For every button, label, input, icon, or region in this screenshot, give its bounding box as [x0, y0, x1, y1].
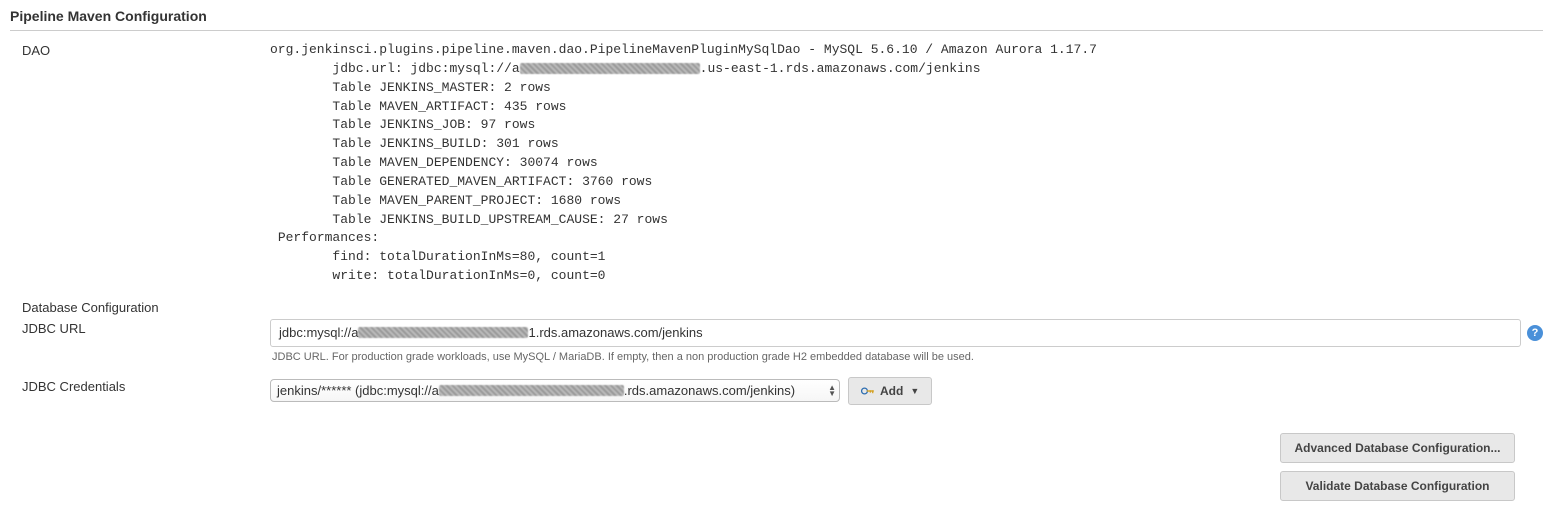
bottom-buttons: Advanced Database Configuration... Valid…: [10, 433, 1543, 501]
table-jenkins-build-upstream-cause: Table JENKINS_BUILD_UPSTREAM_CAUSE: 27 r…: [332, 212, 667, 227]
caret-down-icon: ▼: [910, 386, 919, 396]
dao-class-line: org.jenkinsci.plugins.pipeline.maven.dao…: [270, 42, 1097, 57]
section-title: Pipeline Maven Configuration: [10, 8, 1543, 31]
redacted-host: [358, 327, 528, 338]
credentials-select[interactable]: jenkins/****** (jdbc:mysql://a .rds.amazo…: [270, 379, 840, 402]
table-maven-parent-project: Table MAVEN_PARENT_PROJECT: 1680 rows: [332, 193, 621, 208]
table-maven-artifact: Table MAVEN_ARTIFACT: 435 rows: [332, 99, 566, 114]
jdbc-credentials-row: JDBC Credentials jenkins/****** (jdbc:my…: [10, 377, 1543, 405]
redacted-host: [439, 385, 624, 396]
database-configuration-label: Database Configuration: [10, 300, 1543, 315]
dao-label: DAO: [10, 41, 270, 58]
jdbc-credentials-label: JDBC Credentials: [10, 377, 270, 394]
jdbc-url-prefix: jdbc:mysql://a: [279, 325, 358, 340]
dao-row: DAO org.jenkinsci.plugins.pipeline.maven…: [10, 41, 1543, 286]
credentials-select-wrap: jenkins/****** (jdbc:mysql://a .rds.amazo…: [270, 379, 840, 402]
help-icon[interactable]: ?: [1527, 325, 1543, 341]
add-credentials-button[interactable]: Add ▼: [848, 377, 932, 405]
jdbc-url-label: JDBC URL: [10, 319, 270, 336]
key-icon: [861, 386, 875, 396]
table-jenkins-job: Table JENKINS_JOB: 97 rows: [332, 117, 535, 132]
table-generated-maven-artifact: Table GENERATED_MAVEN_ARTIFACT: 3760 row…: [332, 174, 652, 189]
jdbc-url-suffix: 1.rds.amazonaws.com/jenkins: [528, 325, 702, 340]
dao-jdbc-prefix: jdbc.url: jdbc:mysql://a: [332, 61, 519, 76]
jdbc-url-input[interactable]: jdbc:mysql://a 1.rds.amazonaws.com/jenkin…: [270, 319, 1521, 347]
advanced-database-config-button[interactable]: Advanced Database Configuration...: [1280, 433, 1515, 463]
add-button-label: Add: [880, 384, 903, 398]
credentials-select-suffix: .rds.amazonaws.com/jenkins): [624, 383, 795, 398]
dao-info-block: org.jenkinsci.plugins.pipeline.maven.dao…: [270, 41, 1543, 286]
validate-database-config-button[interactable]: Validate Database Configuration: [1280, 471, 1515, 501]
performances-label: Performances:: [278, 230, 379, 245]
redacted-host: [520, 63, 700, 74]
perf-write: write: totalDurationInMs=0, count=0: [332, 268, 605, 283]
table-jenkins-build: Table JENKINS_BUILD: 301 rows: [332, 136, 558, 151]
jdbc-url-row: JDBC URL jdbc:mysql://a 1.rds.amazonaws.c…: [10, 319, 1543, 363]
validate-button-label: Validate Database Configuration: [1305, 479, 1489, 493]
jdbc-url-help-text: JDBC URL. For production grade workloads…: [272, 351, 1543, 363]
credentials-select-prefix: jenkins/****** (jdbc:mysql://a: [277, 383, 439, 398]
advanced-button-label: Advanced Database Configuration...: [1294, 441, 1500, 455]
table-jenkins-master: Table JENKINS_MASTER: 2 rows: [332, 80, 550, 95]
table-maven-dependency: Table MAVEN_DEPENDENCY: 30074 rows: [332, 155, 597, 170]
perf-find: find: totalDurationInMs=80, count=1: [332, 249, 605, 264]
dao-jdbc-suffix: .us-east-1.rds.amazonaws.com/jenkins: [700, 61, 981, 76]
